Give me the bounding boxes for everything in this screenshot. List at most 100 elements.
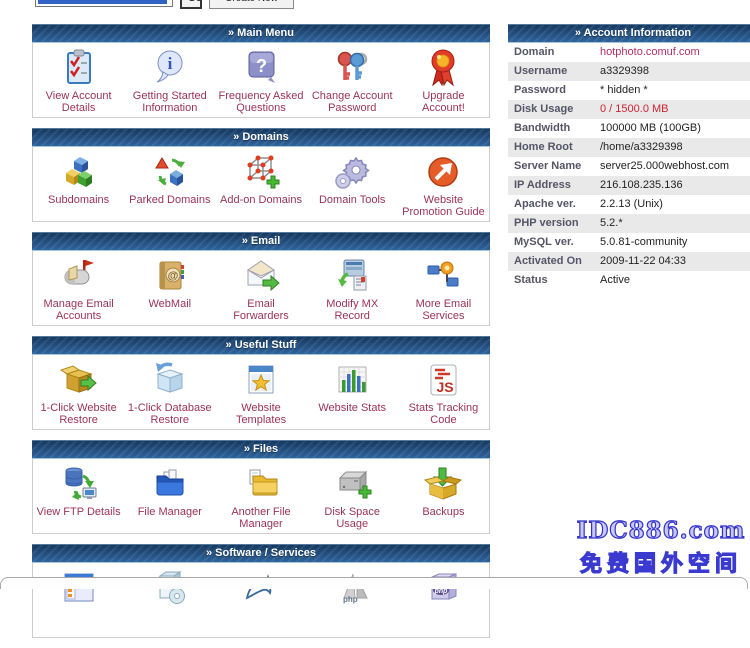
- menu-item-email-forwarders[interactable]: Email Forwarders: [215, 256, 306, 322]
- menu-item-more-email-services[interactable]: More Email Services: [398, 256, 489, 322]
- account-info-panel: » Account Information Domainhotphoto.com…: [508, 24, 750, 290]
- account-row: Server Nameserver25.000webhost.com: [508, 157, 750, 176]
- domain-input[interactable]: [35, 0, 173, 7]
- menu-item-view-account-details[interactable]: View Account Details: [33, 48, 124, 114]
- menu-item-view-ftp-details[interactable]: View FTP Details: [33, 464, 124, 518]
- go-button[interactable]: Go: [180, 0, 202, 9]
- menu-item-subdomains[interactable]: Subdomains: [33, 152, 124, 206]
- account-row: IP Address216.108.235.136: [508, 176, 750, 195]
- addon-domains-icon: [215, 152, 306, 194]
- menu-item-label: More Email Services: [398, 298, 489, 322]
- footer-bar: [0, 577, 748, 589]
- view-ftp-details-icon: [33, 464, 124, 506]
- watermark-site-name: IDC886.com: [575, 517, 747, 544]
- account-row-label: Disk Usage: [508, 100, 600, 119]
- menu-item-getting-started-information[interactable]: iGetting Started Information: [124, 48, 215, 114]
- account-row-label: Home Root: [508, 138, 600, 157]
- stats-tracking-code-icon: JS: [398, 360, 489, 402]
- account-row-value: 5.2.*: [600, 214, 623, 233]
- getting-started-information-icon: i: [124, 48, 215, 90]
- topbar: Go Create New: [35, 0, 294, 9]
- account-row-value: server25.000webhost.com: [600, 157, 729, 176]
- webmail-icon: @: [124, 256, 215, 298]
- account-row-value: Active: [600, 271, 630, 290]
- sw-phpmyadmin-icon: php: [307, 568, 398, 610]
- menu-item-sw-php[interactable]: php: [398, 568, 489, 610]
- menu-item-label: Modify MX Record: [307, 298, 398, 322]
- account-row-value: a3329398: [600, 62, 649, 81]
- section-header-main-menu: » Main Menu: [32, 24, 490, 43]
- section-box-email: Manage Email Accounts@WebMailEmail Forwa…: [32, 251, 490, 326]
- account-row-label: IP Address: [508, 176, 600, 195]
- account-row-value: 100000 MB (100GB): [600, 119, 701, 138]
- menu-item-another-file-manager[interactable]: Another File Manager: [215, 464, 306, 530]
- more-email-services-icon: [398, 256, 489, 298]
- menu-item-faq[interactable]: ?Frequency Asked Questions: [215, 48, 306, 114]
- account-row: MySQL ver.5.0.81-community: [508, 233, 750, 252]
- faq-icon: ?: [215, 48, 306, 90]
- menu-item-parked-domains[interactable]: Parked Domains: [124, 152, 215, 206]
- account-row: Apache ver.2.2.13 (Unix): [508, 195, 750, 214]
- menu-item-one-click-database-restore[interactable]: 1-Click Database Restore: [124, 360, 215, 426]
- section-domains: » DomainsSubdomainsParked DomainsAdd-on …: [32, 128, 490, 222]
- section-main-menu: » Main Menu View Account DetailsiGetting …: [32, 24, 490, 118]
- section-software-services: » Software / Servicesphpphp: [32, 544, 490, 638]
- menu-item-modify-mx-record[interactable]: Modify MX Record: [307, 256, 398, 322]
- menu-item-label: Frequency Asked Questions: [215, 90, 306, 114]
- section-header-useful-stuff: » Useful Stuff: [32, 336, 490, 355]
- menu-item-stats-tracking-code[interactable]: JSStats Tracking Code: [398, 360, 489, 426]
- account-row: Activated On2009-11-22 04:33: [508, 252, 750, 271]
- account-row: StatusActive: [508, 271, 750, 290]
- account-row-label: Server Name: [508, 157, 600, 176]
- change-account-password-icon: [307, 48, 398, 90]
- menu-item-label: Domain Tools: [307, 194, 398, 206]
- account-row-label: Activated On: [508, 252, 600, 271]
- section-box-domains: SubdomainsParked DomainsAdd-on DomainsDo…: [32, 147, 490, 222]
- disk-space-usage-icon: [307, 464, 398, 506]
- menu-item-change-account-password[interactable]: Change Account Password: [307, 48, 398, 114]
- create-new-button[interactable]: Create New: [209, 0, 294, 9]
- section-useful-stuff: » Useful Stuff 1-Click Website Restore1-C…: [32, 336, 490, 430]
- menu-item-one-click-website-restore[interactable]: 1-Click Website Restore: [33, 360, 124, 426]
- menu-item-domain-tools[interactable]: Domain Tools: [307, 152, 398, 206]
- account-row-value: 2009-11-22 04:33: [600, 252, 686, 271]
- sw-mysql-icon: [215, 568, 306, 610]
- menu-item-website-stats[interactable]: Website Stats: [307, 360, 398, 414]
- menu-item-disk-space-usage[interactable]: Disk Space Usage: [307, 464, 398, 530]
- menu-item-label: 1-Click Website Restore: [33, 402, 124, 426]
- svg-text:php: php: [434, 588, 449, 595]
- account-row-value: 5.0.81-community: [600, 233, 687, 252]
- menu-item-webmail[interactable]: @WebMail: [124, 256, 215, 310]
- account-row-label: MySQL ver.: [508, 233, 600, 252]
- email-forwarders-icon: [215, 256, 306, 298]
- one-click-database-restore-icon: [124, 360, 215, 402]
- backups-icon: [398, 464, 489, 506]
- menu-item-label: Website Stats: [307, 402, 398, 414]
- selected-text-highlight: [38, 0, 167, 4]
- menu-item-addon-domains[interactable]: Add-on Domains: [215, 152, 306, 206]
- section-box-files: View FTP DetailsFile ManagerAnother File…: [32, 459, 490, 534]
- menu-item-backups[interactable]: Backups: [398, 464, 489, 518]
- menu-item-upgrade-account[interactable]: Upgrade Account!: [398, 48, 489, 114]
- section-header-files: » Files: [32, 440, 490, 459]
- menu-item-file-manager[interactable]: File Manager: [124, 464, 215, 518]
- website-promotion-guide-icon: [398, 152, 489, 194]
- modify-mx-record-icon: [307, 256, 398, 298]
- menu-item-website-promotion-guide[interactable]: Website Promotion Guide: [398, 152, 489, 218]
- menu-item-sw-software-box[interactable]: [124, 568, 215, 610]
- menu-item-manage-email-accounts[interactable]: Manage Email Accounts: [33, 256, 124, 322]
- menu-item-website-templates[interactable]: Website Templates: [215, 360, 306, 426]
- account-row: Disk Usage0 / 1500.0 MB: [508, 100, 750, 119]
- menu-item-label: Website Promotion Guide: [398, 194, 489, 218]
- menu-item-sw-mysql[interactable]: [215, 568, 306, 610]
- svg-text:php: php: [343, 595, 358, 604]
- menu-item-sw-phpmyadmin[interactable]: php: [307, 568, 398, 610]
- menu-item-label: File Manager: [124, 506, 215, 518]
- subdomains-icon: [33, 152, 124, 194]
- menu-item-sw-window[interactable]: [33, 568, 124, 610]
- account-row: Domainhotphoto.comuf.com: [508, 43, 750, 62]
- section-files: » FilesView FTP DetailsFile ManagerAnoth…: [32, 440, 490, 534]
- account-row-value[interactable]: hotphoto.comuf.com: [600, 43, 700, 62]
- account-row: Bandwidth100000 MB (100GB): [508, 119, 750, 138]
- menu-item-label: Upgrade Account!: [398, 90, 489, 114]
